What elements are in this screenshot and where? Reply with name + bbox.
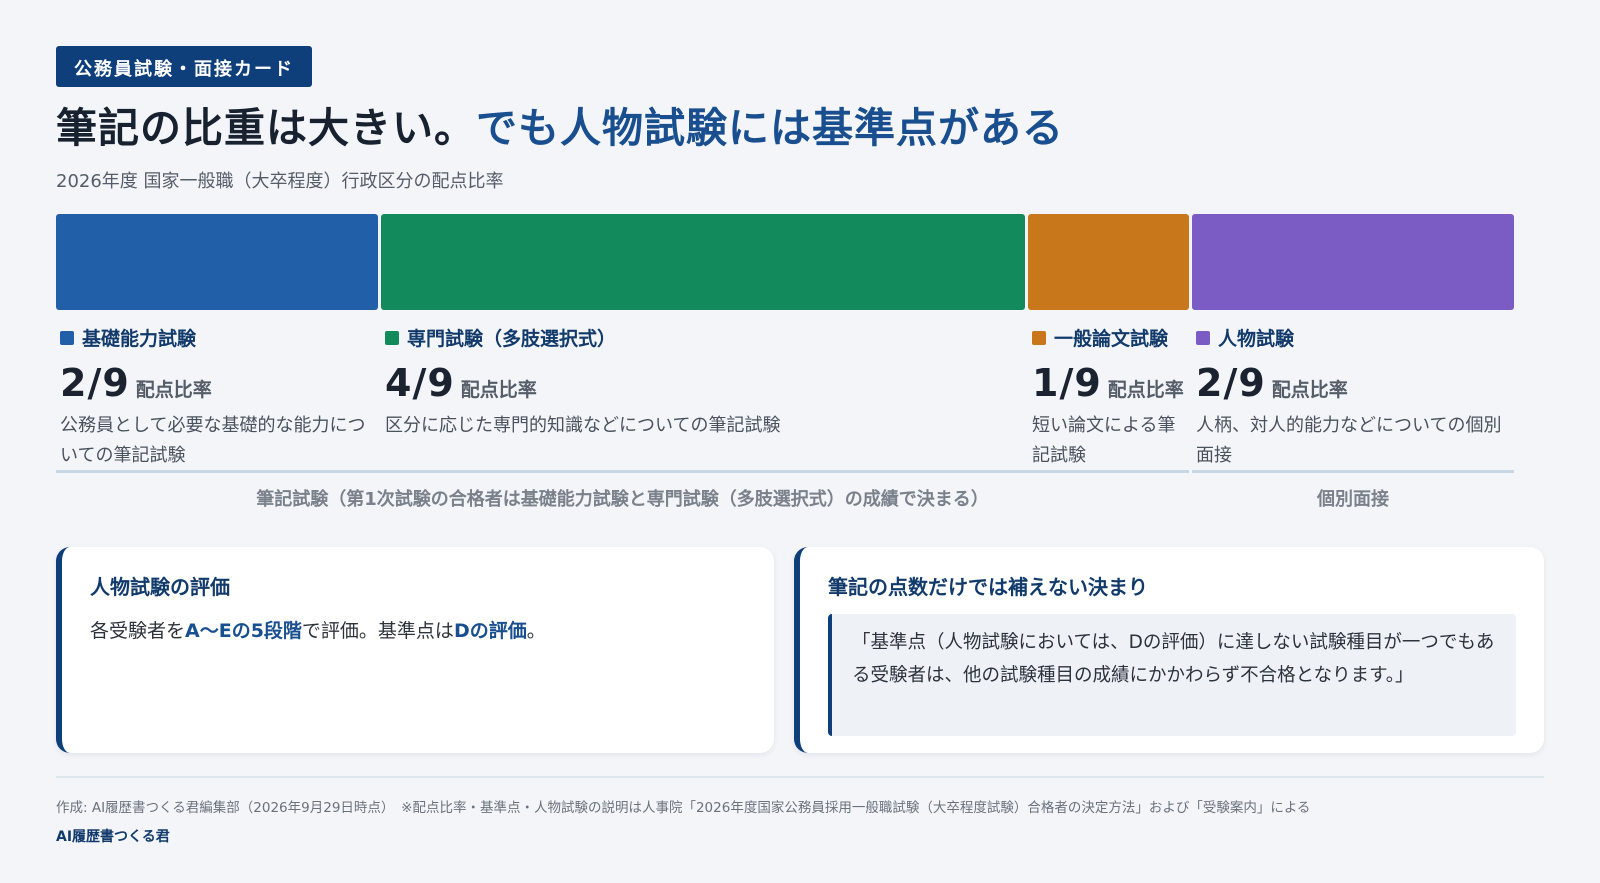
data-label: 2/9 <box>60 361 130 405</box>
value-unit: 配点比率 <box>135 379 212 401</box>
legend-entry: 基礎能力試験 <box>60 324 378 351</box>
legend-swatch <box>385 330 399 345</box>
data-label: 2/9 <box>1196 361 1266 405</box>
data-label: 4/9 <box>385 361 455 405</box>
segment-name: 人物試験 <box>1218 328 1295 350</box>
rule-quote: 「基準点（人物試験においては、Dの評価）に達しない試験種目が一つでもある受験者は… <box>828 614 1516 736</box>
evaluation-text-e: 。 <box>526 620 546 642</box>
rule-card: 筆記の点数だけでは補えない決まり 「基準点（人物試験においては、Dの評価）に達し… <box>794 547 1544 753</box>
legend-swatch <box>1032 330 1046 345</box>
legend-swatch <box>60 330 74 345</box>
footer-note: 作成: AI履歴書つくる君編集部（2026年9月29日時点） ※配点比率・基準点… <box>56 800 1311 816</box>
segment-name: 基礎能力試験 <box>82 328 197 350</box>
rule-card-title: 筆記の点数だけでは補えない決まり <box>828 575 1148 599</box>
legend-entry: 一般論文試験 <box>1032 324 1189 351</box>
legend-entry: 人物試験 <box>1196 324 1514 351</box>
group-label: 個別面接 <box>1192 470 1514 511</box>
segment-description: 公務員として必要な基礎的な能力についての筆記試験 <box>60 415 366 466</box>
page-title: 筆記の比重は大きい。でも人物試験には基準点がある <box>56 103 1544 153</box>
segment-info: 専門試験（多肢選択式） 4/9 配点比率区分に応じた専門的知識などについての筆記試験 <box>381 310 1025 441</box>
segment-description: 短い論文による筆記試験 <box>1032 415 1176 466</box>
footer-brand: AI履歴書つくる君 <box>56 829 170 845</box>
bar-segment <box>1192 214 1514 310</box>
evaluation-text-a: 各受験者を <box>90 620 186 642</box>
segment-info: 人物試験 2/9 配点比率人柄、対人的能力などについての個別面接 <box>1192 310 1514 471</box>
segment-info: 一般論文試験 1/9 配点比率短い論文による筆記試験 <box>1028 310 1189 471</box>
evaluation-text-c: で評価。基準点は <box>301 620 454 642</box>
segment-name: 一般論文試験 <box>1054 328 1169 350</box>
segment-description: 区分に応じた専門的知識などについての筆記試験 <box>385 415 781 436</box>
evaluation-card-title: 人物試験の評価 <box>90 575 230 599</box>
segment-name: 専門試験（多肢選択式） <box>407 328 617 350</box>
bar-segment <box>56 214 378 310</box>
data-label: 1/9 <box>1032 361 1102 405</box>
segment-groups: 筆記試験（第1次試験の合格者は基礎能力試験と専門試験（多肢選択式）の成績で決まる… <box>56 470 1544 520</box>
segment-description: 人柄、対人的能力などについての個別面接 <box>1196 415 1502 466</box>
segment-value: 4/9 配点比率 <box>385 361 1025 405</box>
category-tag: 公務員試験・面接カード <box>56 46 312 87</box>
value-unit: 配点比率 <box>460 379 537 401</box>
page-subtitle: 2026年度 国家一般職（大卒程度）行政区分の配点比率 <box>56 171 504 192</box>
bar-track <box>56 214 1544 310</box>
title-part-2: でも人物試験には基準点がある <box>476 104 1064 152</box>
value-unit: 配点比率 <box>1107 379 1184 401</box>
footer: 作成: AI履歴書つくる君編集部（2026年9月29日時点） ※配点比率・基準点… <box>56 776 1544 846</box>
segment-labels: 基礎能力試験 2/9 配点比率 公務員として必要な基礎的な能力についての筆記試験 専門試… <box>56 310 1544 470</box>
segment-value: 2/9 配点比率 <box>1196 361 1514 405</box>
evaluation-threshold: Dの評価 <box>453 620 527 642</box>
page: 公務員試験・面接カード 筆記の比重は大きい。でも人物試験には基準点がある 202… <box>0 0 1600 883</box>
segment-value: 1/9 配点比率 <box>1032 361 1189 405</box>
evaluation-card: 人物試験の評価 各受験者をA～Eの5段階で評価。基準点はDの評価。 <box>56 547 774 753</box>
title-part-1: 筆記の比重は大きい。 <box>56 104 476 152</box>
segment-value: 2/9 配点比率 <box>60 361 378 405</box>
bar-segment <box>381 214 1025 310</box>
legend-entry: 専門試験（多肢選択式） <box>385 324 1025 351</box>
segment-info: 基礎能力試験 2/9 配点比率公務員として必要な基礎的な能力についての筆記試験 <box>56 310 378 471</box>
bar-segment <box>1028 214 1189 310</box>
evaluation-grade-range: A～Eの5段階 <box>185 620 302 642</box>
legend-swatch <box>1196 330 1210 345</box>
value-unit: 配点比率 <box>1271 379 1348 401</box>
stacked-bar-chart: 基礎能力試験 2/9 配点比率 公務員として必要な基礎的な能力についての筆記試験 専門試… <box>56 214 1544 520</box>
group-label: 筆記試験（第1次試験の合格者は基礎能力試験と専門試験（多肢選択式）の成績で決まる… <box>56 470 1189 511</box>
evaluation-card-text: 各受験者をA～Eの5段階で評価。基準点はDの評価。 <box>90 616 746 643</box>
